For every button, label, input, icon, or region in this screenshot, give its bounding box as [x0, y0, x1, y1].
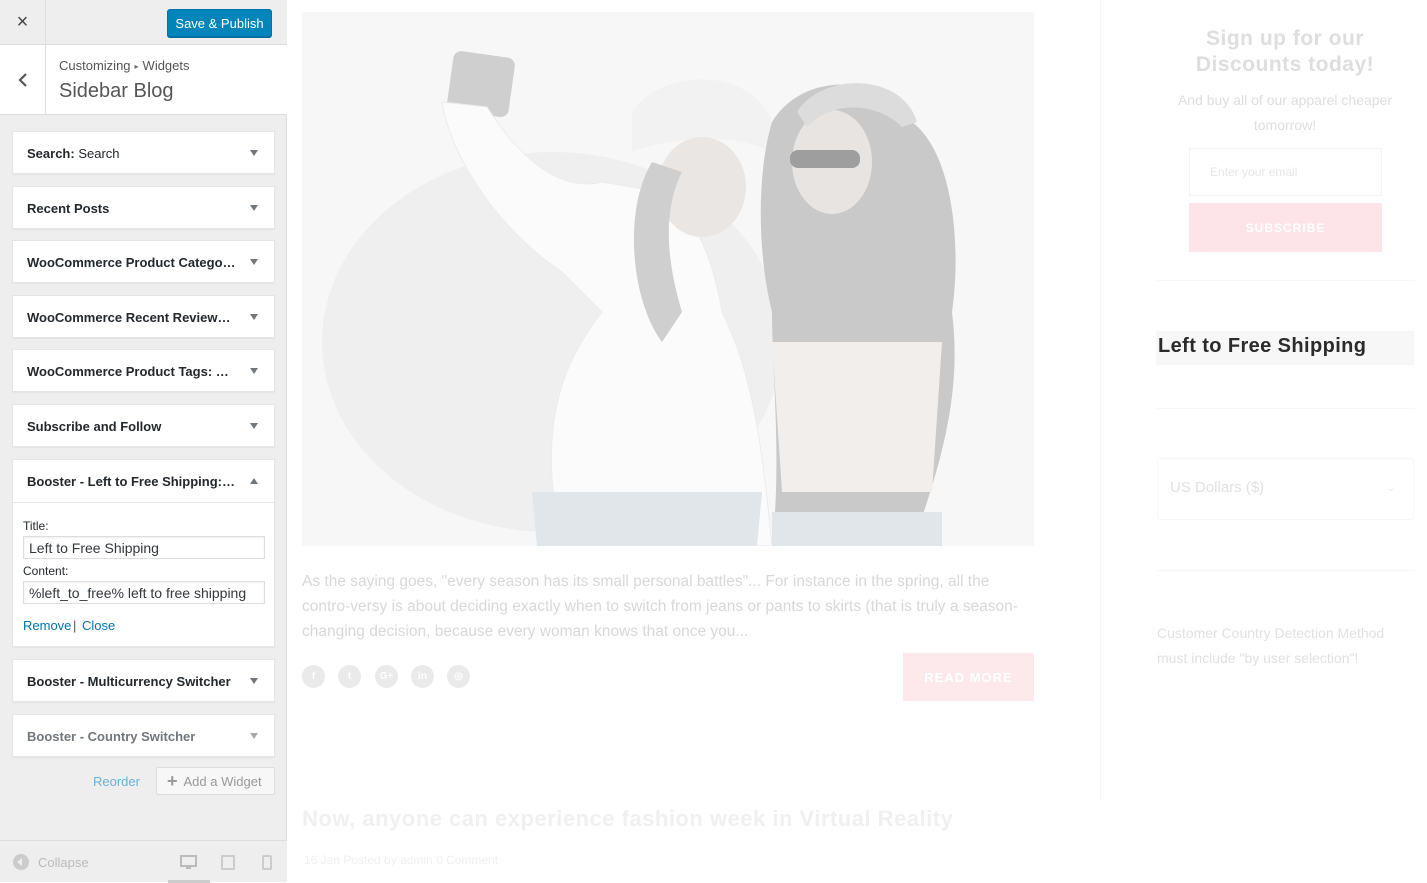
expand-arrow-icon[interactable]	[250, 678, 258, 684]
content-input[interactable]	[23, 581, 265, 604]
plus-icon: +	[167, 770, 178, 791]
post-title[interactable]: Now, anyone can experience fashion week …	[302, 806, 953, 832]
selfie-photo-image	[302, 12, 1034, 546]
widget-title: WooCommerce Recent Reviews: ...	[27, 310, 237, 325]
widget-product-tags[interactable]: WooCommerce Product Tags: Pr...	[12, 349, 275, 392]
add-widget-button[interactable]: + Add a Widget	[156, 767, 275, 795]
read-more-button[interactable]: READ MORE	[903, 653, 1034, 701]
currency-value: US Dollars ($)	[1170, 479, 1265, 496]
signup-title: Sign up for our Discounts today!	[1195, 27, 1375, 76]
expand-arrow-icon[interactable]	[250, 259, 258, 265]
chevron-down-icon: ⌄	[1386, 483, 1395, 494]
widget-title: Subscribe and Follow	[27, 419, 162, 434]
collapse-button[interactable]: Collapse	[13, 854, 89, 870]
add-widget-label: Add a Widget	[183, 773, 262, 789]
widget-search[interactable]: Search: Search	[12, 131, 275, 174]
mobile-preview-icon[interactable]	[262, 855, 272, 870]
customizer-footer: Collapse	[0, 840, 287, 883]
chevron-left-icon	[17, 73, 27, 87]
desktop-preview-icon[interactable]	[180, 855, 197, 870]
facebook-icon[interactable]: f	[302, 665, 325, 688]
twitter-icon[interactable]: t	[338, 665, 361, 688]
title-label: Title:	[23, 519, 49, 533]
expand-arrow-icon[interactable]	[250, 150, 258, 156]
close-icon: ×	[16, 11, 29, 33]
expand-arrow-icon[interactable]	[250, 205, 258, 211]
back-button[interactable]	[0, 45, 46, 115]
reorder-link[interactable]: Reorder	[93, 774, 140, 789]
column-divider	[1100, 0, 1101, 800]
divider	[1157, 570, 1415, 571]
google-plus-icon[interactable]: G+	[375, 665, 398, 688]
page-title: Sidebar Blog	[59, 80, 174, 102]
collapse-icon	[13, 854, 29, 870]
widget-title: Booster - Multicurrency Switcher	[27, 674, 231, 689]
breadcrumb-separator: ▸	[134, 62, 139, 71]
close-widget-link[interactable]: Close	[82, 618, 115, 633]
left-to-free-shipping-widget: Left to Free Shipping	[1156, 331, 1414, 365]
subscribe-button[interactable]: SUBSCRIBE	[1189, 203, 1382, 252]
widget-left-to-free-shipping[interactable]: Booster - Left to Free Shipping: L... Ti…	[12, 459, 275, 647]
widget-recent-reviews[interactable]: WooCommerce Recent Reviews: ...	[12, 295, 275, 338]
widget-multicurrency-switcher[interactable]: Booster - Multicurrency Switcher	[12, 659, 275, 702]
widget-product-categories[interactable]: WooCommerce Product Categor...	[12, 240, 275, 283]
divider	[1157, 408, 1415, 409]
country-switcher-note: Customer Country Detection Method must i…	[1157, 625, 1385, 666]
link-separator: |	[73, 618, 77, 633]
widget-form: Title: Content: Remove | Close	[13, 502, 274, 646]
title-input[interactable]	[23, 536, 265, 559]
save-publish-button[interactable]: Save & Publish	[167, 9, 272, 37]
widget-title: Search: Search	[27, 146, 120, 161]
breadcrumb-section: Widgets	[142, 58, 190, 73]
post-meta: 16 Jan Posted by admin 0 Comment	[304, 853, 499, 867]
currency-select[interactable]: US Dollars ($) ⌄	[1157, 458, 1414, 520]
site-preview: As the saying goes, "every season has it…	[287, 0, 1427, 882]
expand-arrow-icon[interactable]	[250, 733, 258, 739]
pinterest-icon[interactable]: ◎	[447, 665, 470, 688]
shipping-widget-title: Left to Free Shipping	[1158, 335, 1367, 357]
expand-arrow-icon[interactable]	[250, 368, 258, 374]
breadcrumb-root: Customizing	[59, 58, 131, 73]
collapse-label: Collapse	[38, 854, 89, 870]
widget-country-switcher[interactable]: Booster - Country Switcher	[12, 714, 275, 757]
widget-title: Booster - Country Switcher	[27, 729, 196, 744]
content-label: Content:	[23, 564, 69, 578]
widget-subscribe-follow[interactable]: Subscribe and Follow	[12, 404, 275, 447]
expand-arrow-icon[interactable]	[250, 314, 258, 320]
section-header: Customizing ▸ Widgets Sidebar Blog	[0, 45, 287, 115]
collapse-arrow-icon[interactable]	[250, 478, 258, 484]
widget-recent-posts[interactable]: Recent Posts	[12, 186, 275, 229]
post-featured-image	[302, 12, 1034, 546]
widget-title: Booster - Left to Free Shipping: L...	[27, 474, 237, 489]
post-excerpt: As the saying goes, "every season has it…	[302, 573, 1018, 640]
widget-title: WooCommerce Product Categor...	[27, 255, 237, 270]
expand-arrow-icon[interactable]	[250, 423, 258, 429]
signup-text: And buy all of our apparel cheaper tomor…	[1177, 92, 1393, 133]
customizer-topbar: × Save & Publish	[0, 0, 287, 45]
remove-widget-link[interactable]: Remove	[23, 618, 71, 633]
linkedin-icon[interactable]: in	[411, 665, 434, 688]
divider	[1157, 280, 1415, 281]
customizer-sidebar: × Save & Publish Customizing ▸ Widgets Sid…	[0, 0, 287, 883]
widget-title: Recent Posts	[27, 201, 110, 216]
email-field[interactable]: Enter your email	[1189, 148, 1382, 196]
widget-title: WooCommerce Product Tags: Pr...	[27, 364, 237, 379]
tablet-preview-icon[interactable]	[221, 855, 235, 870]
breadcrumb: Customizing ▸ Widgets	[59, 58, 190, 73]
close-customizer-button[interactable]: ×	[0, 0, 46, 45]
